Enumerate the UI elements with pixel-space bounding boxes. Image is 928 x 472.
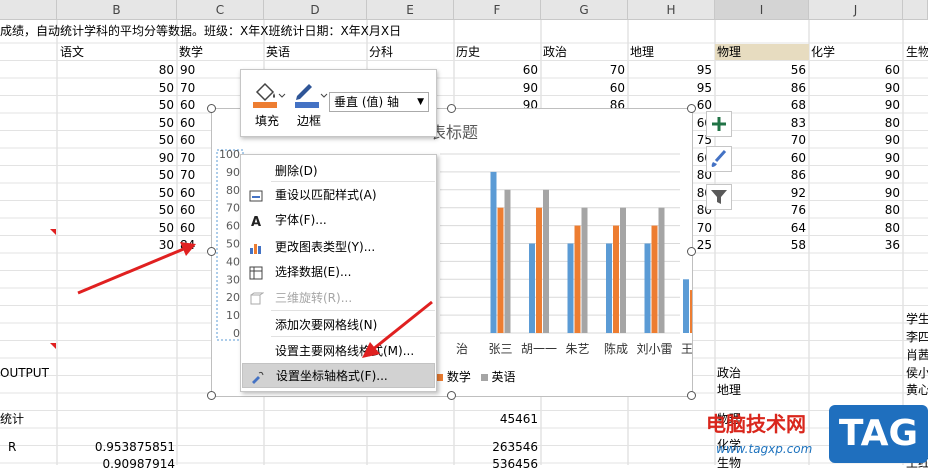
tag-logo: TAG [829,405,928,463]
red-arrow-2 [371,300,433,352]
watermark-text: 电脑技术网 [706,412,806,436]
red-arrow-1 [77,246,187,295]
watermark-url: www.tagxp.com [716,442,813,456]
annotation-arrows [77,242,433,358]
